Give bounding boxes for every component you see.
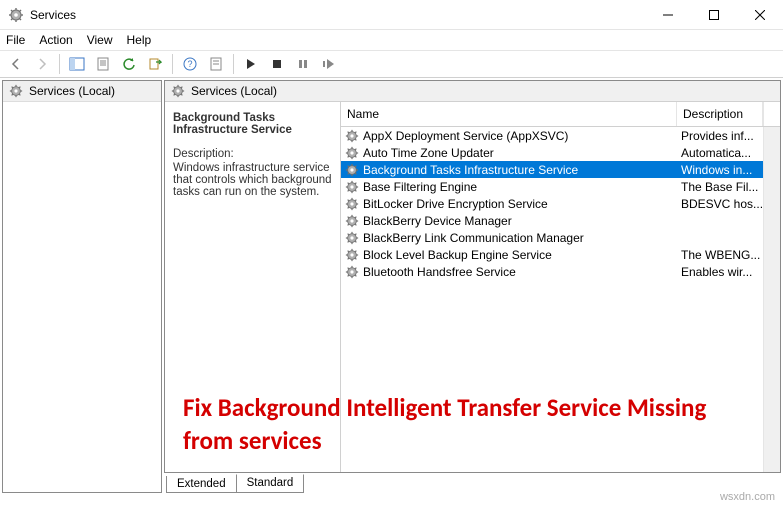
toolbar-separator <box>172 54 173 74</box>
service-row[interactable]: AppX Deployment Service (AppXSVC) Provide… <box>341 127 763 144</box>
minimize-button[interactable] <box>645 0 691 30</box>
service-row[interactable]: Block Level Backup Engine Service The WBE… <box>341 246 763 263</box>
main-panel: Services (Local) Background Tasks Infras… <box>164 80 781 493</box>
restart-button[interactable] <box>317 52 341 76</box>
service-name: BlackBerry Device Manager <box>363 214 512 228</box>
nav-item-label: Services (Local) <box>29 84 115 98</box>
service-description: Windows in... <box>677 163 763 177</box>
maximize-button[interactable] <box>691 0 737 30</box>
panel-header-label: Services (Local) <box>191 84 277 98</box>
client-area: Services (Local) Services (Local) Backgr… <box>0 78 783 493</box>
toolbar: ? <box>0 50 783 78</box>
toolbar-separator <box>233 54 234 74</box>
gear-icon <box>345 214 359 228</box>
list-header: Name Description <box>341 102 780 127</box>
gear-icon <box>345 231 359 245</box>
service-name: Block Level Backup Engine Service <box>363 248 552 262</box>
menu-view[interactable]: View <box>87 33 113 47</box>
forward-button[interactable] <box>30 52 54 76</box>
service-row[interactable]: Background Tasks Infrastructure Service W… <box>341 161 763 178</box>
properties-alt-button[interactable] <box>204 52 228 76</box>
service-row[interactable]: BitLocker Drive Encryption Service BDESVC… <box>341 195 763 212</box>
gear-icon <box>171 84 185 98</box>
service-row[interactable]: Base Filtering Engine The Base Fil... <box>341 178 763 195</box>
help-button[interactable]: ? <box>178 52 202 76</box>
column-description[interactable]: Description <box>677 102 763 126</box>
gear-icon <box>345 180 359 194</box>
menu-file[interactable]: File <box>6 33 25 47</box>
service-description: The WBENG... <box>677 248 763 262</box>
gear-icon <box>345 146 359 160</box>
description-label: Description: <box>173 148 332 160</box>
service-row[interactable]: BlackBerry Link Communication Manager <box>341 229 763 246</box>
start-button[interactable] <box>239 52 263 76</box>
refresh-button[interactable] <box>117 52 141 76</box>
service-name: Base Filtering Engine <box>363 180 477 194</box>
selected-service-name: Background Tasks Infrastructure Service <box>173 112 332 136</box>
service-name: Bluetooth Handsfree Service <box>363 265 516 279</box>
gear-icon <box>345 265 359 279</box>
close-button[interactable] <box>737 0 783 30</box>
tab-standard[interactable]: Standard <box>236 474 305 493</box>
watermark: wsxdn.com <box>720 491 775 503</box>
window-title: Services <box>30 8 645 22</box>
back-button[interactable] <box>4 52 28 76</box>
vertical-scrollbar[interactable] <box>763 127 780 472</box>
menu-action[interactable]: Action <box>39 33 72 47</box>
service-row[interactable]: Bluetooth Handsfree Service Enables wir..… <box>341 263 763 280</box>
gear-icon <box>345 197 359 211</box>
service-row[interactable]: BlackBerry Device Manager <box>341 212 763 229</box>
panel-header: Services (Local) <box>165 81 780 102</box>
service-name: BlackBerry Link Communication Manager <box>363 231 584 245</box>
show-hide-tree-button[interactable] <box>65 52 89 76</box>
description-text: Windows infrastructure service that cont… <box>173 162 332 198</box>
stop-button[interactable] <box>265 52 289 76</box>
pause-button[interactable] <box>291 52 315 76</box>
column-name[interactable]: Name <box>341 102 677 126</box>
titlebar: Services <box>0 0 783 30</box>
service-description: BDESVC hos... <box>677 197 763 211</box>
menubar: File Action View Help <box>0 30 783 50</box>
export-button[interactable] <box>143 52 167 76</box>
svg-text:?: ? <box>187 59 192 69</box>
gear-icon <box>345 163 359 177</box>
scroll-gutter <box>763 102 780 126</box>
service-name: Background Tasks Infrastructure Service <box>363 163 578 177</box>
menu-help[interactable]: Help <box>127 33 152 47</box>
tab-extended[interactable]: Extended <box>166 476 237 493</box>
gear-icon <box>345 248 359 262</box>
service-description: Provides inf... <box>677 129 763 143</box>
toolbar-separator <box>59 54 60 74</box>
nav-item-services-local[interactable]: Services (Local) <box>3 81 161 102</box>
properties-button[interactable] <box>91 52 115 76</box>
nav-tree: Services (Local) <box>2 80 162 493</box>
gear-icon <box>345 129 359 143</box>
service-row[interactable]: Auto Time Zone Updater Automatica... <box>341 144 763 161</box>
overlay-annotation: Fix Background Intelligent Transfer Serv… <box>183 391 740 459</box>
service-description: The Base Fil... <box>677 180 763 194</box>
services-icon <box>8 7 24 23</box>
gear-icon <box>9 84 23 98</box>
service-name: AppX Deployment Service (AppXSVC) <box>363 129 568 143</box>
service-name: Auto Time Zone Updater <box>363 146 494 160</box>
service-description: Automatica... <box>677 146 763 160</box>
tab-strip: Extended Standard <box>164 473 781 493</box>
service-description: Enables wir... <box>677 265 763 279</box>
service-name: BitLocker Drive Encryption Service <box>363 197 548 211</box>
